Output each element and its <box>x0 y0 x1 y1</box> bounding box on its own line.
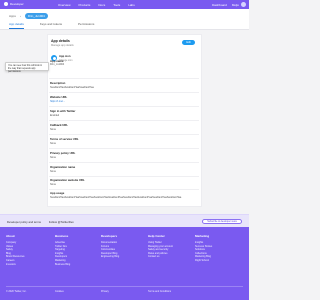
top-nav: Developer Overview Products Docs Tools L… <box>0 0 249 9</box>
field-divider <box>49 189 199 190</box>
footer-divider <box>6 286 243 287</box>
footer-column-developers: Developers Documentation Forums Communit… <box>101 234 119 259</box>
field-divider <box>49 92 199 93</box>
field-divider <box>49 106 199 107</box>
dashboard-link[interactable]: Dashboard <box>212 3 227 7</box>
top-nav-links: Overview Products Docs Tools Labs <box>58 3 135 7</box>
tab-app-details[interactable]: App details <box>9 22 24 29</box>
field-divider <box>49 148 199 149</box>
org-url-value: None <box>50 183 56 186</box>
footer-column-marketing: Marketing Insights Success Stories Solut… <box>195 234 212 263</box>
tab-permissions[interactable]: Permissions <box>78 22 94 29</box>
field-divider <box>49 176 199 177</box>
edit-button[interactable]: Edit <box>182 40 195 45</box>
tab-bar: App details Keys and tokens Permissions <box>9 22 94 29</box>
card-title: App details <box>51 39 70 43</box>
footer-link[interactable]: Flight School <box>195 259 212 263</box>
org-name-value: None <box>50 170 56 173</box>
developer-banner: Developer policy and terms Follow @Twitt… <box>0 214 249 227</box>
website-link[interactable]: https://t.me/... <box>50 100 65 103</box>
nav-link-labs[interactable]: Labs <box>128 3 135 7</box>
privacy-label: Privacy policy URL <box>50 151 76 155</box>
breadcrumb-current-app[interactable]: Drin_Ju1904 <box>24 13 48 19</box>
description-label: Description <box>50 81 66 85</box>
org-url-label: Organization website URL <box>50 178 85 182</box>
follow-link[interactable]: Follow @TwitterDev <box>49 220 74 224</box>
developer-policy-link[interactable]: Developer policy and terms <box>7 220 41 224</box>
footer-link[interactable]: Business Blog <box>55 263 70 267</box>
org-name-label: Organization name <box>50 165 76 169</box>
tos-value: None <box>50 142 56 145</box>
avatar[interactable] <box>241 2 246 7</box>
app-icon-label: App icon <box>59 55 71 58</box>
footer-column-help: Help Center Using Twitter Managing your … <box>148 234 173 259</box>
subscribe-button[interactable]: Subscribe to developer news <box>202 218 242 224</box>
footer-heading: About <box>6 234 15 238</box>
field-divider <box>49 162 199 163</box>
footer-heading: Marketing <box>195 234 210 238</box>
sign-in-label: Sign in with Twitter <box>50 109 76 113</box>
user-menu[interactable]: Mojlo <box>232 3 239 7</box>
field-divider <box>49 134 199 135</box>
cookies-link[interactable]: Cookies <box>55 290 64 293</box>
divider <box>0 29 249 30</box>
footer-heading: Help Center <box>148 234 165 238</box>
website-label: Website URL <box>50 95 68 99</box>
footer-heading: Business <box>55 234 69 238</box>
sub-nav: Apps › Drin_Ju1904 App details Keys and … <box>0 9 249 30</box>
terms-link[interactable]: Terms and Conditions <box>148 290 171 293</box>
footer-heading: Developers <box>101 234 118 238</box>
breadcrumb: Apps › Drin_Ju1904 <box>9 13 48 19</box>
brand[interactable]: Developer <box>4 2 24 6</box>
callback-value: None <box>50 128 56 131</box>
footer-link[interactable]: Engineering Blog <box>101 255 119 259</box>
privacy-value: None <box>50 156 56 159</box>
description-value: SwaDaniHaaSwaDaniHaaSwaDaniHaa <box>50 86 94 89</box>
footer: About Company Values Safety Blog Brand R… <box>0 227 249 300</box>
field-divider <box>49 78 199 79</box>
app-usage-label: App usage <box>50 191 65 195</box>
field-divider <box>49 120 199 121</box>
app-name-value: Drin_Ju1904 <box>50 63 65 66</box>
tab-keys-and-tokens[interactable]: Keys and tokens <box>40 22 62 29</box>
banner-links: Developer policy and terms Follow @Twitt… <box>7 220 74 224</box>
nav-link-docs[interactable]: Docs <box>98 3 105 7</box>
footer-link[interactable]: Contact us <box>148 255 173 259</box>
nav-link-products[interactable]: Products <box>79 3 91 7</box>
tooltip: You can see how this will look in the wa… <box>5 62 49 73</box>
copyright: © 2020 Twitter, Inc. <box>6 290 27 293</box>
top-nav-right: Dashboard Mojlo <box>212 3 239 7</box>
breadcrumb-apps[interactable]: Apps <box>9 14 16 18</box>
footer-column-business: Business Advertise Twitter Dev Targeting… <box>55 234 70 266</box>
app-usage-value: SwaDaniHaaSwaDaniHaaSwaDaniHaaSwaDaniHaa… <box>50 196 182 199</box>
sign-in-value: Enabled <box>50 114 60 117</box>
bird-logo-icon <box>4 2 8 6</box>
chevron-right-icon: › <box>19 14 21 18</box>
privacy-link[interactable]: Privacy <box>101 290 109 293</box>
nav-link-overview[interactable]: Overview <box>58 3 71 7</box>
callback-label: Callback URL <box>50 123 69 127</box>
footer-column-about: About Company Values Safety Blog Brand R… <box>6 234 24 266</box>
tos-label: Terms of service URL <box>50 137 79 141</box>
nav-link-tools[interactable]: Tools <box>113 3 120 7</box>
card-subtitle: Manage app details <box>51 44 74 47</box>
brand-label: Developer <box>10 2 24 6</box>
footer-link[interactable]: Investors <box>6 263 24 267</box>
